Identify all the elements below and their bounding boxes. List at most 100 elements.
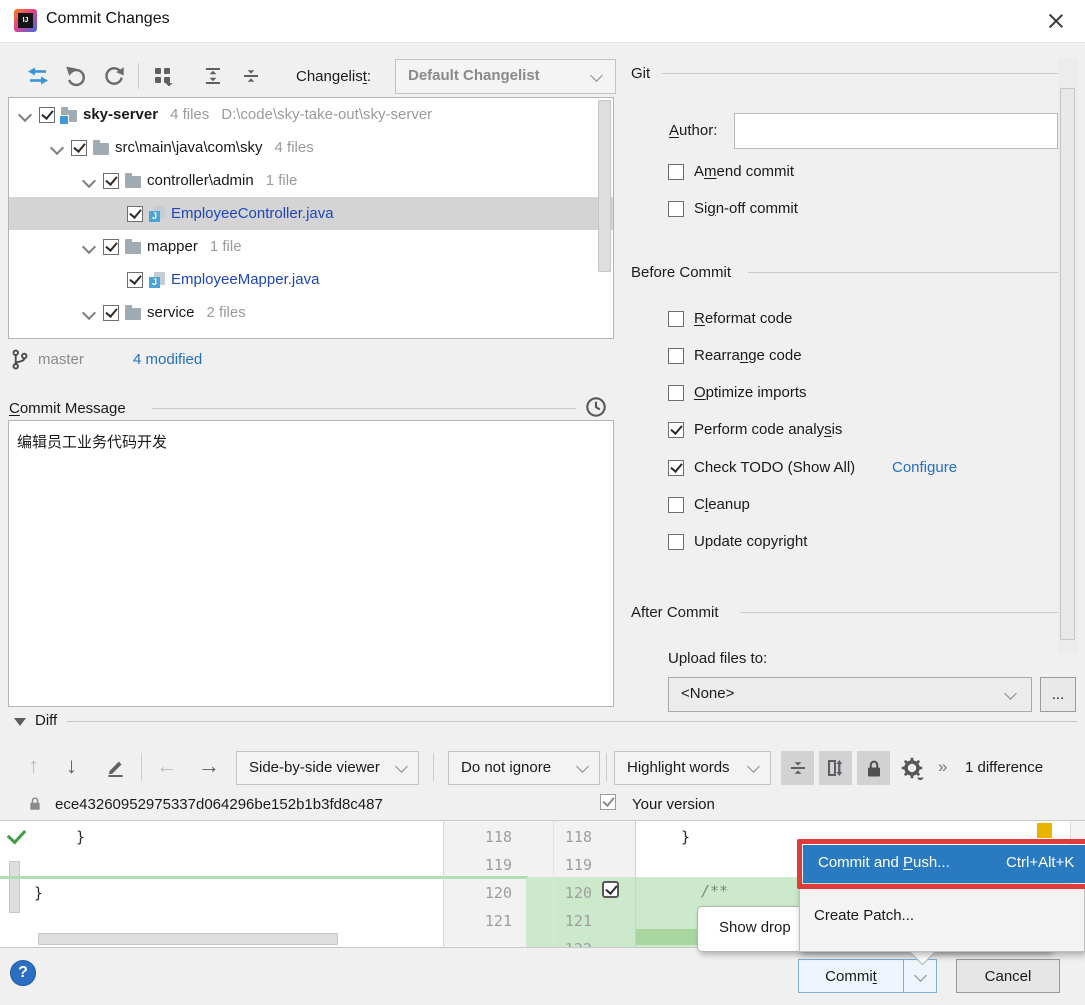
chevron-expanded-icon[interactable] [81, 305, 97, 320]
checkbox[interactable] [103, 304, 119, 321]
reformat-code-checkbox[interactable] [668, 311, 684, 331]
line-number: 121 [564, 912, 592, 930]
rearrange-code-checkbox[interactable] [668, 348, 684, 368]
next-difference-icon[interactable]: ↓ [66, 753, 77, 779]
module-icon [59, 106, 77, 125]
group-by-icon[interactable] [149, 62, 177, 90]
prev-change-icon[interactable]: ← [156, 753, 178, 779]
tree-node-name: controller\admin [147, 172, 254, 189]
tree-row-file[interactable]: EmployeeMapper.java [9, 263, 613, 296]
collapse-unchanged-toggle[interactable] [781, 751, 814, 785]
signoff-commit-checkbox[interactable] [668, 201, 684, 221]
collapse-all-icon[interactable] [237, 62, 265, 90]
tree-row-file-selected[interactable]: EmployeeController.java [9, 197, 613, 230]
changes-tree: sky-server 4 files D:\code\sky-take-out\… [8, 97, 614, 339]
modified-files-link[interactable]: 4 modified [133, 351, 202, 368]
checkbox[interactable] [39, 106, 55, 123]
tree-row-folder[interactable]: src\main\java\com\sky 4 files [9, 131, 613, 164]
cancel-button[interactable]: Cancel [956, 959, 1060, 993]
edit-source-icon[interactable] [104, 755, 126, 781]
checkbox[interactable] [71, 139, 87, 156]
line-number: 118 [484, 828, 512, 846]
update-copyright-checkbox[interactable] [668, 534, 684, 554]
after-commit-title: After Commit [631, 604, 719, 621]
whitespace-select[interactable]: Do not ignore [448, 751, 600, 785]
help-icon[interactable]: ? [10, 960, 36, 986]
menu-item-label: Commit and Push... [818, 854, 950, 871]
commit-dropdown-button[interactable] [903, 959, 937, 993]
refresh-icon[interactable] [100, 62, 128, 90]
cleanup-checkbox[interactable] [668, 497, 684, 517]
sync-scroll-toggle[interactable] [819, 751, 852, 785]
include-change-checkbox[interactable] [602, 881, 619, 902]
toolbar-overflow-icon[interactable]: » [938, 757, 948, 777]
tree-node-name: src\main\java\com\sky [115, 139, 263, 156]
checkbox[interactable] [103, 238, 119, 255]
tree-row-folder[interactable]: service 2 files [9, 296, 613, 329]
tree-node-name: service [147, 304, 195, 321]
diff-collapse-triangle-icon[interactable] [14, 718, 26, 726]
disable-editing-toggle[interactable] [857, 751, 890, 785]
line-number: 120 [484, 884, 512, 902]
chevron-down-icon [576, 760, 589, 773]
checkbox[interactable] [127, 337, 143, 338]
tree-row-folder[interactable]: mapper 1 file [9, 230, 613, 263]
section-rule [748, 272, 1060, 273]
diff-settings-gear-icon[interactable] [900, 756, 924, 784]
next-change-icon[interactable]: → [198, 753, 220, 779]
prev-difference-icon[interactable]: ↑ [28, 753, 39, 779]
checkbox[interactable] [127, 271, 143, 288]
commit-button[interactable]: Commit [798, 959, 904, 993]
tree-row-file-partial[interactable] [9, 329, 613, 338]
expand-all-icon[interactable] [199, 62, 227, 90]
commit-message-input[interactable]: 编辑员工业务代码开发 [8, 420, 614, 707]
tree-node-filecount: 4 files [274, 139, 314, 156]
difference-count: 1 difference [965, 759, 1044, 776]
toolbar-separator [141, 753, 142, 781]
show-diff-icon[interactable] [24, 62, 52, 90]
chevron-expanded-icon[interactable] [81, 173, 97, 188]
close-icon[interactable] [1046, 11, 1066, 31]
author-input[interactable] [734, 113, 1058, 149]
chevron-expanded-icon[interactable] [17, 107, 33, 122]
tree-row-module[interactable]: sky-server 4 files D:\code\sky-take-out\… [9, 98, 613, 131]
optimize-imports-label: Optimize imports [694, 384, 807, 401]
folder-icon [125, 172, 141, 188]
chevron-expanded-icon[interactable] [81, 239, 97, 254]
highlight-mode-select[interactable]: Highlight words [614, 751, 771, 785]
browse-upload-button[interactable]: ... [1040, 677, 1076, 712]
checkbox[interactable] [103, 172, 119, 189]
optimize-imports-checkbox[interactable] [668, 385, 684, 405]
your-version-checkbox[interactable] [600, 794, 616, 814]
left-pane-hscrollbar[interactable] [38, 933, 338, 945]
check-todo-checkbox[interactable] [668, 460, 684, 480]
diff-left-pane[interactable]: } } [0, 821, 443, 947]
menu-item-create-patch[interactable]: Create Patch... [814, 907, 914, 924]
viewer-mode-select[interactable]: Side-by-side viewer [236, 751, 419, 785]
left-pane-scrollbar[interactable] [9, 861, 20, 913]
tree-node-name: EmployeeController.java [171, 205, 334, 222]
panel-scrollbar-thumb[interactable] [1060, 88, 1075, 640]
highlight-mode-value: Highlight words [627, 759, 730, 776]
toolbar-separator [138, 63, 139, 89]
message-history-icon[interactable] [585, 396, 607, 422]
changelist-value: Default Changelist [408, 67, 540, 84]
tree-vertical-scrollbar[interactable] [598, 100, 611, 272]
tree-node-filecount: 1 file [265, 172, 298, 189]
menu-item-commit-and-push[interactable]: Commit and Push... Ctrl+Alt+K [803, 845, 1085, 883]
changelist-select[interactable]: Default Changelist [395, 59, 616, 94]
right-revision-label: Your version [632, 796, 715, 813]
upload-target-select[interactable]: <None> [668, 677, 1032, 712]
amend-commit-checkbox[interactable] [668, 164, 684, 184]
intellij-logo-icon: IJ [14, 9, 37, 32]
changelist-label: Changelist: [296, 68, 372, 85]
code-line: } [76, 828, 86, 846]
configure-todo-link[interactable]: Configure [892, 459, 957, 476]
tree-row-folder[interactable]: controller\admin 1 file [9, 164, 613, 197]
code-analysis-checkbox[interactable] [668, 422, 684, 442]
rollback-icon[interactable] [62, 62, 90, 90]
chevron-expanded-icon[interactable] [49, 140, 65, 155]
checkbox[interactable] [127, 205, 143, 222]
tree-node-filecount: 4 files [170, 106, 210, 123]
toolbar-separator [433, 753, 434, 781]
